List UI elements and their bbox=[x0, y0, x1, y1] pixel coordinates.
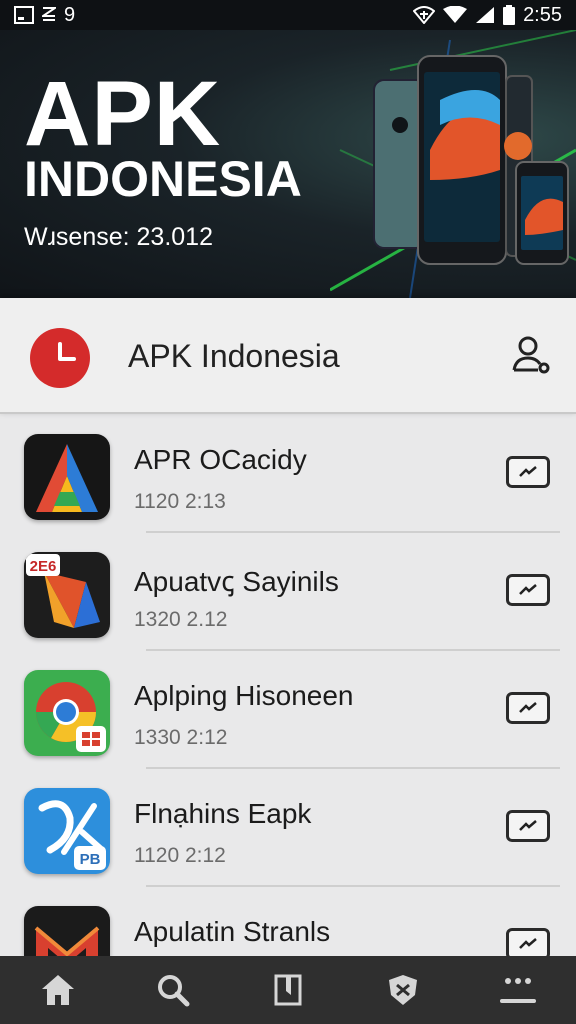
app-name: Flnạhins Eapk bbox=[134, 798, 312, 829]
list-item[interactable]: APR OCacidy 1120 2:13 bbox=[0, 414, 576, 532]
mail-m-icon bbox=[24, 906, 110, 956]
bottom-nav bbox=[0, 956, 576, 1024]
app-meta: 1120 2:12 bbox=[134, 844, 226, 867]
list-item[interactable]: Aplping Hisoneen 1330 2:12 bbox=[0, 650, 576, 768]
shield-icon[interactable] bbox=[377, 964, 429, 1016]
app-name: Apulatin Stranls bbox=[134, 916, 331, 947]
app-meta: 1120 2:13 bbox=[134, 490, 226, 513]
chart-button-icon[interactable] bbox=[506, 574, 550, 606]
chart-button-icon[interactable] bbox=[506, 928, 550, 956]
app-header: APK Indonesia bbox=[0, 298, 576, 414]
clock-logo-icon bbox=[30, 328, 90, 388]
pb-scissors-icon: PB bbox=[24, 788, 110, 874]
clock-time: 2:55 bbox=[523, 3, 562, 26]
chrome-style-icon bbox=[24, 670, 110, 756]
app-list: APR OCacidy 1120 2:13 2E6 Apuatvꞔ Sayini… bbox=[0, 414, 576, 956]
chart-button-icon[interactable] bbox=[506, 456, 550, 488]
status-left: 9 bbox=[14, 4, 75, 27]
chart-button-icon[interactable] bbox=[506, 692, 550, 724]
cell-signal-icon bbox=[475, 6, 495, 24]
list-item[interactable]: PB Flnạhins Eapk 1120 2:12 bbox=[0, 768, 576, 886]
notification-count: 9 bbox=[64, 3, 76, 26]
wifi-icon bbox=[443, 6, 468, 24]
screenshot-icon bbox=[14, 6, 34, 24]
battery-icon bbox=[503, 5, 516, 25]
chart-button-icon[interactable] bbox=[506, 810, 550, 842]
hero-subtitle: INDONESIA bbox=[24, 151, 302, 207]
notification-icon bbox=[42, 6, 56, 24]
search-icon[interactable] bbox=[147, 964, 199, 1016]
app-meta: 1330 2:12 bbox=[134, 726, 228, 749]
hero-version: Wɹsense: 23.012 bbox=[24, 223, 213, 251]
hero-title: APK bbox=[24, 63, 222, 165]
app-badge: PB bbox=[80, 851, 101, 868]
list-item[interactable]: 2E6 Apuatvꞔ Sayinils 1320 2.12 bbox=[0, 532, 576, 650]
app-name: Apuatvꞔ Sayinils bbox=[134, 566, 339, 597]
triangle-a-icon bbox=[24, 434, 110, 520]
status-right: 2:55 bbox=[413, 4, 562, 27]
status-bar: 9 2:55 bbox=[0, 0, 576, 30]
home-icon[interactable] bbox=[32, 964, 84, 1016]
menu-icon[interactable] bbox=[492, 964, 544, 1016]
app-badge: 2E6 bbox=[30, 558, 57, 575]
app-title: APK Indonesia bbox=[128, 338, 340, 374]
list-item[interactable]: Apulatin Stranls bbox=[0, 886, 576, 956]
book-icon[interactable] bbox=[262, 964, 314, 1016]
folded-paper-icon: 2E6 bbox=[24, 552, 110, 638]
app-name: APR OCacidy bbox=[134, 444, 307, 475]
app-name: Aplping Hisoneen bbox=[134, 680, 354, 711]
hero-banner: APK INDONESIA Wɹsense: 23.012 bbox=[0, 30, 576, 298]
smartphones-illustration bbox=[330, 30, 576, 298]
user-key-icon[interactable] bbox=[508, 334, 552, 378]
app-meta: 1320 2.12 bbox=[134, 608, 228, 631]
signal-icon bbox=[413, 6, 436, 24]
